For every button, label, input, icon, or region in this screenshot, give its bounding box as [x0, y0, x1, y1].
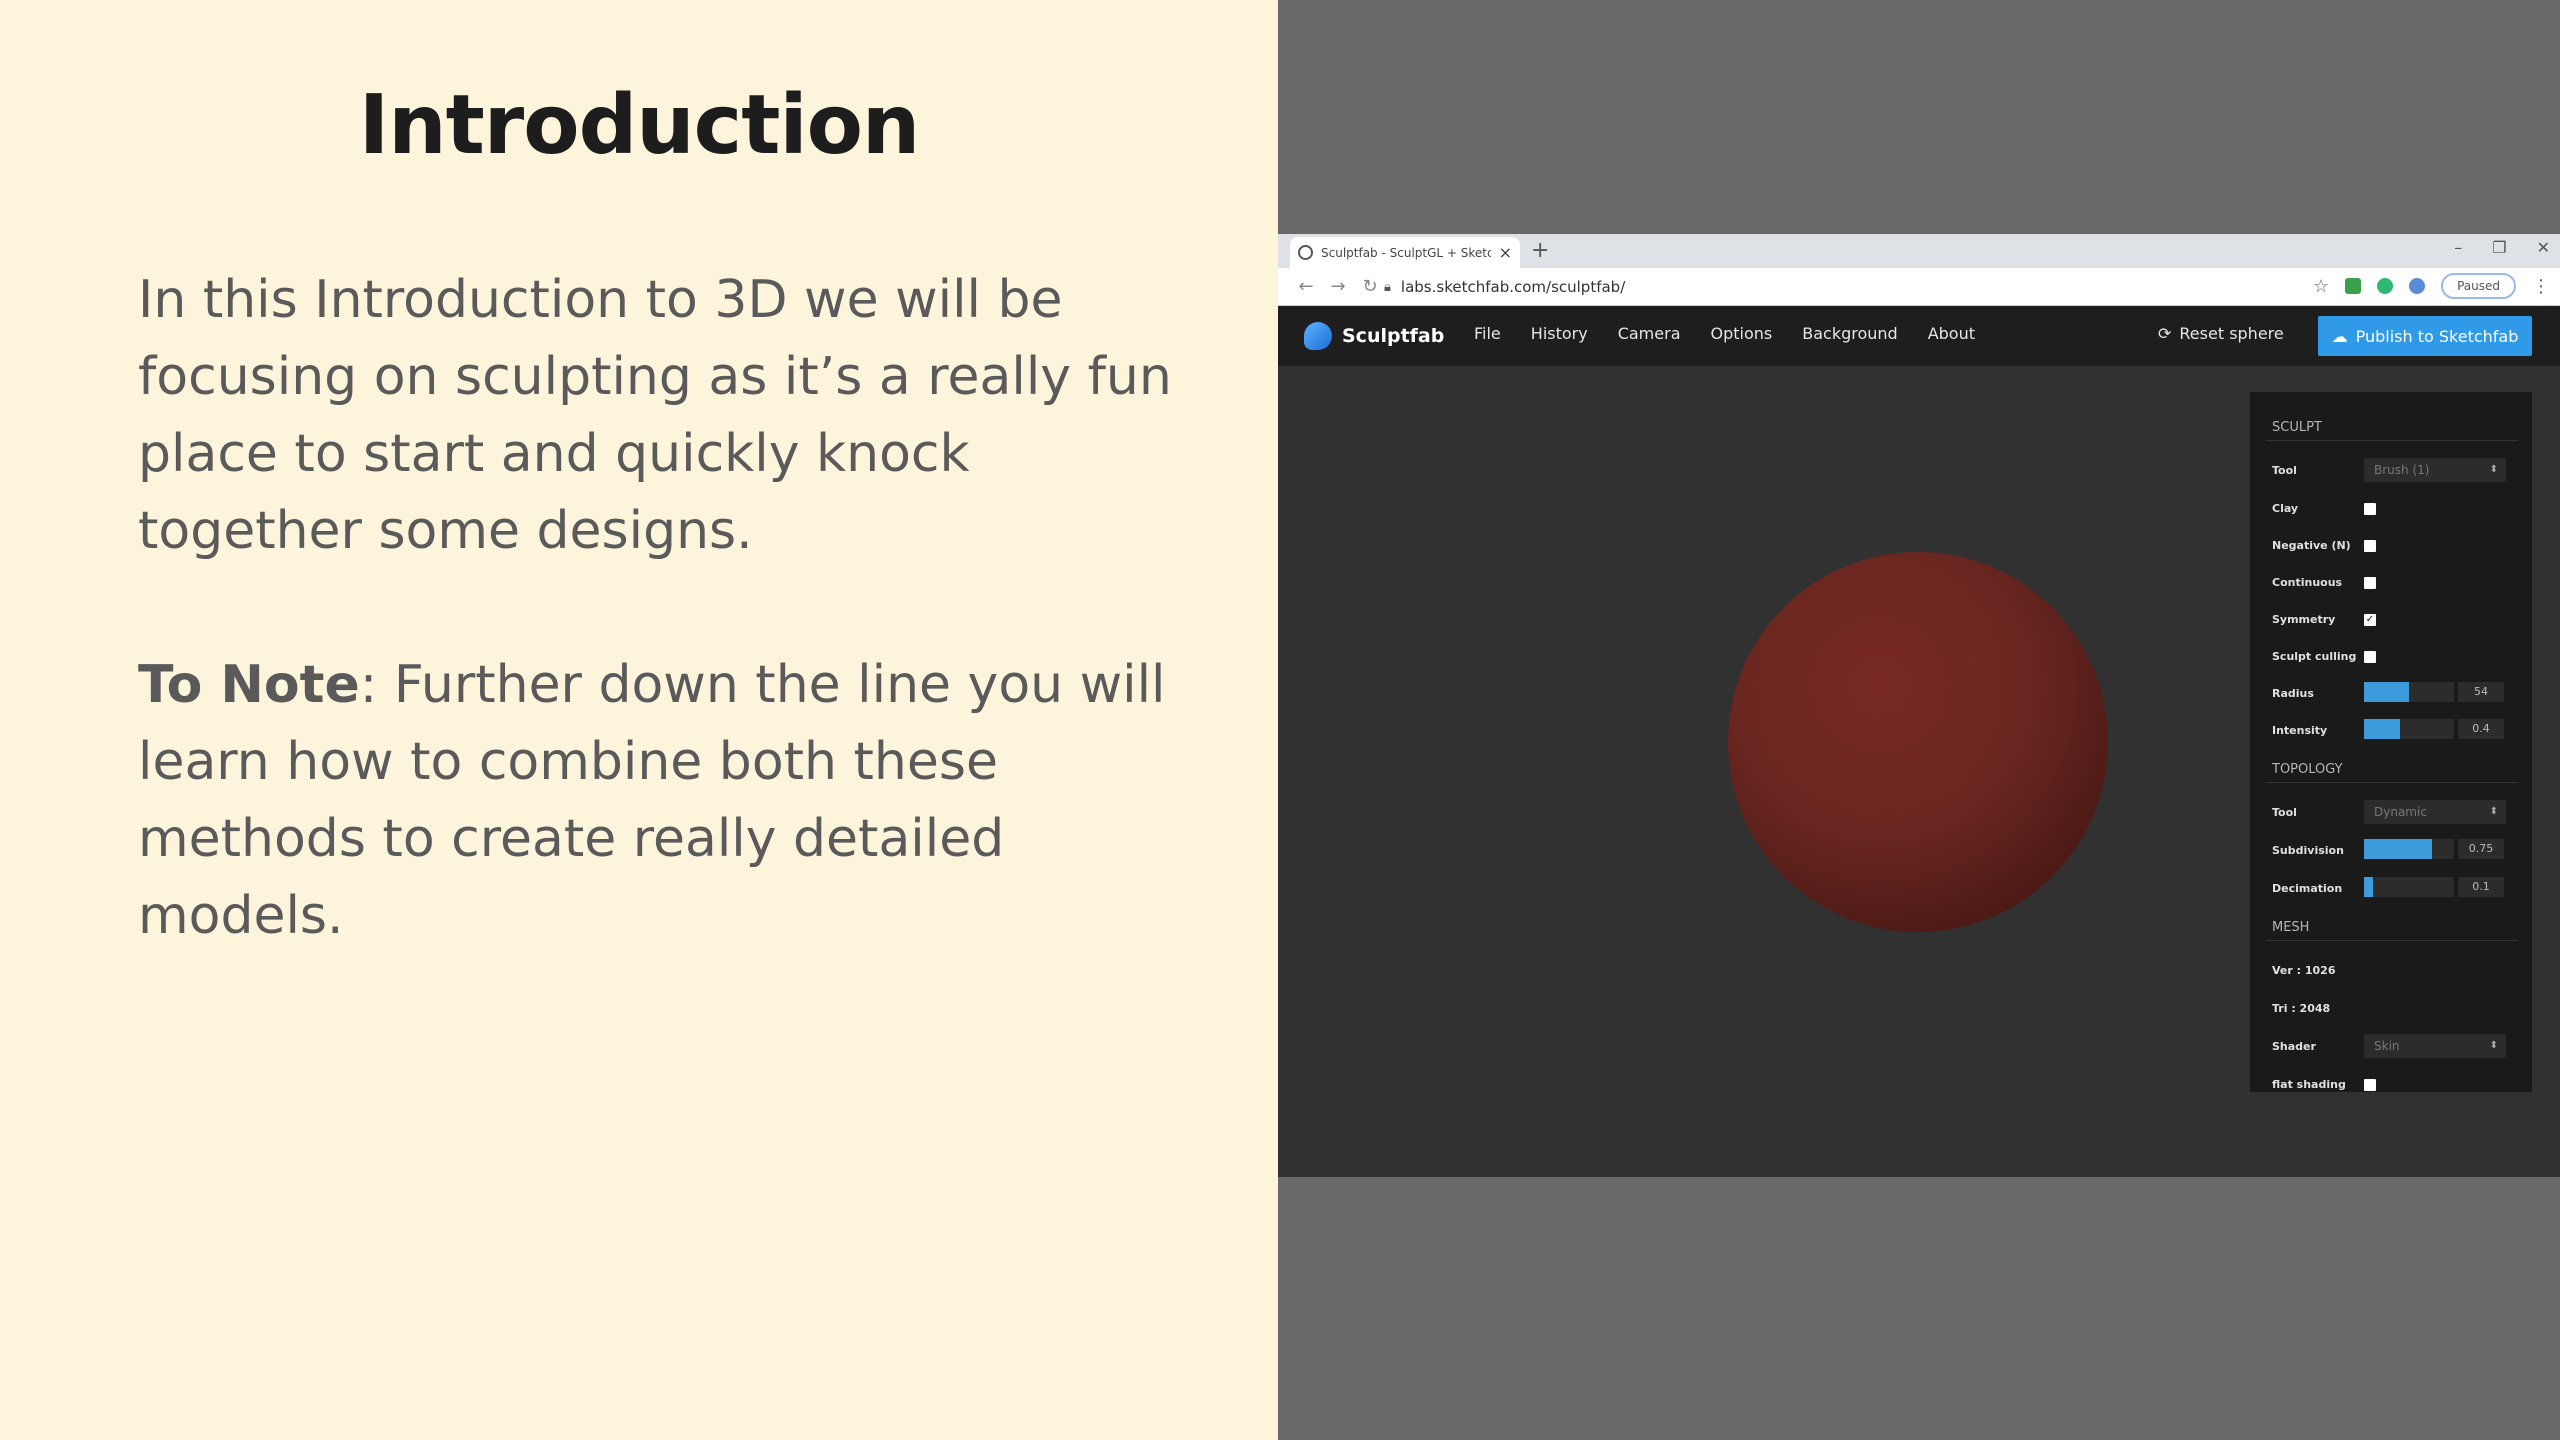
minimize-icon[interactable]: – — [2454, 238, 2462, 257]
favicon-icon — [1298, 245, 1313, 260]
flat-shading-label: flat shading — [2272, 1078, 2346, 1091]
select-arrow-icon: ⬍ — [2489, 806, 2498, 817]
profile-button[interactable]: Paused — [2441, 273, 2516, 299]
sculpt-sphere[interactable] — [1728, 552, 2108, 932]
shader-label: Shader — [2272, 1040, 2316, 1053]
symmetry-checkbox[interactable]: ✓ — [2364, 614, 2376, 626]
divider — [2266, 782, 2518, 783]
cloud-upload-icon: ☁ — [2331, 326, 2348, 346]
new-tab-button[interactable]: + — [1531, 238, 1549, 263]
decimation-slider-fill — [2364, 877, 2373, 897]
app-name: Sculptfab — [1342, 325, 1445, 347]
radius-label: Radius — [2272, 687, 2314, 700]
note-paragraph: To Note: Further down the line you will … — [138, 647, 1198, 955]
subdivision-slider[interactable] — [2364, 839, 2454, 859]
subdivision-value[interactable]: 0.75 — [2458, 839, 2504, 859]
sculpt-culling-label: Sculpt culling — [2272, 650, 2357, 663]
note-label: To Note — [138, 655, 360, 715]
browser-window: Sculptfab - SculptGL + Sketchfab × + – ❐… — [1278, 234, 2560, 1177]
divider — [2266, 940, 2518, 941]
slide-body: In this Introduction to 3D we will be fo… — [138, 262, 1198, 1032]
clay-label: Clay — [2272, 502, 2299, 515]
shader-select[interactable]: Skin ⬍ — [2364, 1034, 2506, 1058]
decimation-value[interactable]: 0.1 — [2458, 877, 2504, 897]
extension-icon[interactable] — [2377, 278, 2394, 294]
intensity-slider[interactable] — [2364, 719, 2454, 739]
tool-select[interactable]: Brush (1) ⬍ — [2364, 458, 2506, 482]
radius-slider-fill — [2364, 682, 2409, 702]
select-arrow-icon: ⬍ — [2489, 1040, 2498, 1051]
tab-title: Sculptfab - SculptGL + Sketchfab — [1321, 245, 1491, 260]
forward-icon[interactable]: → — [1322, 276, 1354, 297]
select-arrow-icon: ⬍ — [2489, 464, 2498, 475]
continuous-checkbox[interactable] — [2364, 577, 2376, 589]
more-menu-icon[interactable]: ⋮ — [2532, 276, 2550, 297]
subdivision-label: Subdivision — [2272, 844, 2344, 857]
reset-sphere-button[interactable]: ⟳ Reset sphere — [2158, 324, 2284, 343]
lock-icon: 🔒︎ — [1384, 279, 1391, 295]
intensity-slider-fill — [2364, 719, 2400, 739]
sculpt-culling-checkbox[interactable] — [2364, 651, 2376, 663]
address-bar[interactable]: 🔒︎ labs.sketchfab.com/sculptfab/ — [1384, 273, 2384, 301]
divider — [2266, 440, 2518, 441]
symmetry-label: Symmetry — [2272, 613, 2336, 626]
menu-camera[interactable]: Camera — [1618, 324, 1681, 343]
close-tab-icon[interactable]: × — [1499, 243, 1512, 262]
toolbar-right: ☆ Paused ⋮ — [2313, 273, 2550, 299]
radius-slider[interactable] — [2364, 682, 2454, 702]
flat-shading-checkbox[interactable] — [2364, 1079, 2376, 1091]
publish-label: Publish to Sketchfab — [2355, 326, 2519, 346]
extension-icon[interactable] — [2345, 278, 2362, 294]
menu-background[interactable]: Background — [1802, 324, 1897, 343]
topology-tool-label: Tool — [2272, 806, 2297, 819]
intro-paragraph: In this Introduction to 3D we will be fo… — [138, 270, 1172, 561]
sculptfab-logo-icon — [1304, 322, 1332, 350]
close-window-icon[interactable]: ✕ — [2537, 238, 2550, 257]
back-icon[interactable]: ← — [1290, 276, 1322, 297]
vertex-count: Ver : 1026 — [2272, 964, 2336, 977]
window-controls: – ❐ ✕ — [2454, 238, 2550, 257]
app-logo[interactable]: Sculptfab — [1304, 322, 1444, 350]
negative-checkbox[interactable] — [2364, 540, 2376, 552]
shader-value: Skin — [2374, 1039, 2400, 1053]
tab-strip: Sculptfab - SculptGL + Sketchfab × + – ❐… — [1278, 234, 2560, 268]
section-title-topology: TOPOLOGY — [2272, 762, 2343, 777]
extension-icon[interactable] — [2409, 278, 2426, 294]
menu-about[interactable]: About — [1928, 324, 1975, 343]
negative-label: Negative (N) — [2272, 539, 2351, 552]
sculptfab-appbar: Sculptfab File History Camera Options Ba… — [1278, 306, 2560, 366]
intensity-label: Intensity — [2272, 724, 2328, 737]
subdivision-slider-fill — [2364, 839, 2432, 859]
bookmark-star-icon[interactable]: ☆ — [2313, 276, 2329, 297]
app-menu: File History Camera Options Background A… — [1474, 324, 1975, 343]
reload-icon[interactable]: ↻ — [1354, 276, 1386, 297]
sculpt-viewport[interactable]: SCULPT Tool Brush (1) ⬍ Clay Negative (N)… — [1278, 366, 2560, 1177]
decimation-label: Decimation — [2272, 882, 2343, 895]
radius-value[interactable]: 54 — [2458, 682, 2504, 702]
tool-value: Brush (1) — [2374, 463, 2430, 477]
menu-options[interactable]: Options — [1711, 324, 1773, 343]
triangle-count: Tri : 2048 — [2272, 1002, 2331, 1015]
clay-checkbox[interactable] — [2364, 503, 2376, 515]
tool-label: Tool — [2272, 464, 2297, 477]
settings-panel: SCULPT Tool Brush (1) ⬍ Clay Negative (N)… — [2250, 392, 2532, 1092]
section-title-sculpt: SCULPT — [2272, 420, 2322, 435]
restore-icon[interactable]: ❐ — [2492, 238, 2506, 257]
topology-tool-select[interactable]: Dynamic ⬍ — [2364, 800, 2506, 824]
reset-sphere-label: Reset sphere — [2179, 324, 2284, 343]
slide-title: Introduction — [358, 78, 921, 173]
refresh-icon: ⟳ — [2158, 324, 2172, 343]
publish-button[interactable]: ☁ Publish to Sketchfab — [2318, 316, 2532, 356]
browser-toolbar: ← → ↻ 🔒︎ labs.sketchfab.com/sculptfab/ ☆… — [1278, 268, 2560, 306]
decimation-slider[interactable] — [2364, 877, 2454, 897]
menu-history[interactable]: History — [1531, 324, 1588, 343]
continuous-label: Continuous — [2272, 576, 2343, 589]
slide-text-panel: Introduction In this Introduction to 3D … — [0, 0, 1278, 1440]
section-title-mesh: MESH — [2272, 920, 2310, 935]
menu-file[interactable]: File — [1474, 324, 1501, 343]
browser-tab[interactable]: Sculptfab - SculptGL + Sketchfab × — [1290, 237, 1520, 268]
topology-tool-value: Dynamic — [2374, 805, 2427, 819]
intensity-value[interactable]: 0.4 — [2458, 719, 2504, 739]
url-text: labs.sketchfab.com/sculptfab/ — [1400, 278, 1626, 296]
